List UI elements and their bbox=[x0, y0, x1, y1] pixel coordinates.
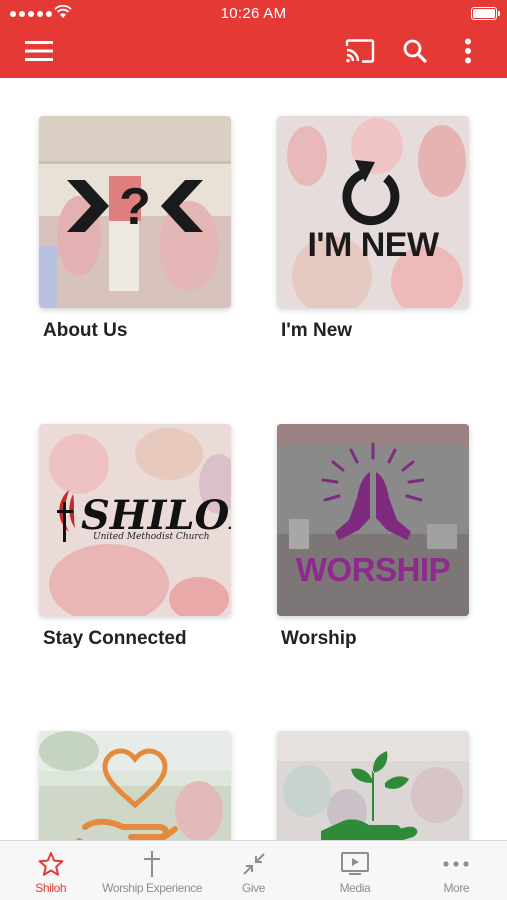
cast-button[interactable] bbox=[342, 33, 378, 69]
bottom-tab-bar: Shiloh Worship Experience Give Media Mor… bbox=[0, 840, 507, 900]
im-new-image: I'M NEW bbox=[277, 116, 469, 308]
tile-about-us[interactable]: ? About Us bbox=[39, 116, 231, 342]
search-icon bbox=[403, 39, 427, 63]
status-time: 10:26 AM bbox=[220, 5, 287, 22]
overflow-menu-button[interactable] bbox=[450, 33, 486, 69]
tab-label: Give bbox=[241, 881, 266, 895]
more-vert-icon bbox=[465, 38, 471, 64]
worship-logo-text: WORSHIP bbox=[295, 551, 451, 588]
tab-label: More bbox=[443, 881, 470, 895]
cross-icon bbox=[144, 851, 161, 877]
tab-worship-experience[interactable]: Worship Experience bbox=[101, 841, 202, 900]
worship-image: WORSHIP bbox=[277, 424, 469, 616]
app-header: 10:26 AM bbox=[0, 0, 507, 78]
tile-label: I'm New bbox=[281, 320, 353, 341]
hamburger-menu-button[interactable] bbox=[21, 33, 57, 69]
cast-icon bbox=[345, 39, 375, 63]
stay-connected-image: SHILOH United Methodist Church bbox=[39, 424, 231, 616]
tab-media[interactable]: Media bbox=[304, 841, 405, 900]
tab-give[interactable]: Give bbox=[203, 841, 304, 900]
tab-label: Media bbox=[339, 881, 371, 895]
tile-stay-connected[interactable]: SHILOH United Methodist Church Stay Conn… bbox=[39, 424, 231, 650]
hamburger-menu-icon bbox=[25, 41, 53, 61]
shiloh-logo-subtext: United Methodist Church bbox=[93, 532, 210, 542]
tab-more[interactable]: More bbox=[406, 841, 507, 900]
tab-label: Shiloh bbox=[35, 881, 67, 895]
tile-label: Stay Connected bbox=[43, 628, 187, 649]
tile-label: About Us bbox=[43, 320, 128, 341]
search-button[interactable] bbox=[397, 33, 433, 69]
status-bar: 10:26 AM bbox=[0, 0, 507, 28]
tile-worship[interactable]: WORSHIP Worship bbox=[277, 424, 469, 650]
more-horiz-icon bbox=[443, 861, 469, 867]
question-mark-glyph: ? bbox=[119, 178, 151, 236]
battery-icon bbox=[471, 7, 500, 20]
tile-im-new[interactable]: I'M NEW I'm New bbox=[277, 116, 469, 342]
tab-label: Worship Experience bbox=[102, 881, 203, 895]
star-icon bbox=[38, 852, 64, 876]
collapse-arrows-icon bbox=[242, 853, 265, 875]
im-new-logo-text: I'M NEW bbox=[307, 226, 439, 264]
tab-shiloh[interactable]: Shiloh bbox=[0, 841, 101, 900]
tile-label: Worship bbox=[281, 628, 357, 649]
tv-play-icon bbox=[340, 852, 369, 875]
about-us-image: ? bbox=[39, 116, 231, 308]
